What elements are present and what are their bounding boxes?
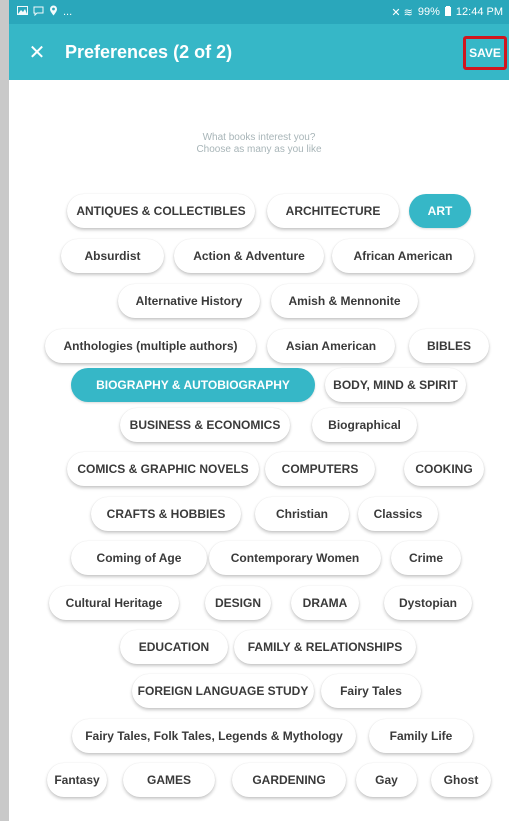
chip-anthologies[interactable]: Anthologies (multiple authors): [45, 329, 256, 363]
close-icon: ✕: [28, 41, 46, 64]
chip-gardening[interactable]: GARDENING: [232, 763, 346, 797]
chip-family-relationships[interactable]: FAMILY & RELATIONSHIPS: [234, 630, 416, 664]
close-button[interactable]: ✕: [9, 24, 65, 80]
preferences-content: What books interest you? Choose as many …: [9, 80, 509, 821]
status-bar: ... ✕ ≋ 99% 12:44 PM: [9, 0, 509, 24]
chip-design[interactable]: DESIGN: [205, 586, 271, 620]
app-bar: ✕ Preferences (2 of 2) SAVE: [9, 24, 509, 80]
chip-ghost[interactable]: Ghost: [431, 763, 491, 797]
screen-edge: [0, 0, 9, 821]
signal-icon: ✕ ≋: [391, 6, 413, 19]
chip-fantasy[interactable]: Fantasy: [47, 763, 107, 797]
status-right: ✕ ≋ 99% 12:44 PM: [391, 5, 503, 19]
battery-icon: [444, 5, 451, 19]
chip-absurdist[interactable]: Absurdist: [61, 239, 164, 273]
prompt-text: What books interest you? Choose as many …: [9, 132, 509, 156]
chip-contemporary-women[interactable]: Contemporary Women: [209, 541, 381, 575]
chip-dystopian[interactable]: Dystopian: [384, 586, 472, 620]
chip-business-economics[interactable]: BUSINESS & ECONOMICS: [120, 408, 290, 442]
chip-drama[interactable]: DRAMA: [291, 586, 359, 620]
chip-biography-autobiography[interactable]: BIOGRAPHY & AUTOBIOGRAPHY: [71, 368, 315, 402]
chip-family-life[interactable]: Family Life: [369, 719, 473, 753]
image-icon: [17, 6, 28, 18]
chip-cultural-heritage[interactable]: Cultural Heritage: [49, 586, 179, 620]
chip-cooking[interactable]: COOKING: [404, 452, 484, 486]
prompt-instruction: Choose as many as you like: [196, 144, 322, 155]
status-more: ...: [63, 6, 73, 18]
chip-coming-of-age[interactable]: Coming of Age: [71, 541, 207, 575]
page-title: Preferences (2 of 2): [65, 41, 233, 62]
chip-biographical[interactable]: Biographical: [312, 408, 417, 442]
save-button[interactable]: SAVE: [463, 36, 507, 70]
chip-gay[interactable]: Gay: [356, 763, 417, 797]
chip-computers[interactable]: COMPUTERS: [265, 452, 375, 486]
prompt-question: What books interest you?: [202, 132, 316, 143]
chip-comics-graphic-novels[interactable]: COMICS & GRAPHIC NOVELS: [67, 452, 259, 486]
chip-christian[interactable]: Christian: [255, 497, 349, 531]
chip-art[interactable]: ART: [409, 194, 471, 228]
chip-african-american[interactable]: African American: [332, 239, 474, 273]
chip-classics[interactable]: Classics: [358, 497, 438, 531]
chip-foreign-language-study[interactable]: FOREIGN LANGUAGE STUDY: [132, 674, 314, 708]
chip-alternative-history[interactable]: Alternative History: [118, 284, 260, 318]
chip-antiques-collectibles[interactable]: ANTIQUES & COLLECTIBLES: [67, 194, 255, 228]
chip-education[interactable]: EDUCATION: [120, 630, 228, 664]
chip-bibles[interactable]: BIBLES: [409, 329, 489, 363]
chip-fairy-tales[interactable]: Fairy Tales: [321, 674, 421, 708]
chip-action-adventure[interactable]: Action & Adventure: [174, 239, 324, 273]
chip-games[interactable]: GAMES: [123, 763, 215, 797]
chip-crafts-hobbies[interactable]: CRAFTS & HOBBIES: [91, 497, 241, 531]
chip-body-mind-spirit[interactable]: BODY, MIND & SPIRIT: [325, 368, 466, 402]
chip-architecture[interactable]: ARCHITECTURE: [267, 194, 399, 228]
chat-icon: [33, 6, 44, 19]
app-screen: ... ✕ ≋ 99% 12:44 PM ✕ Preferences (2 of…: [9, 0, 509, 821]
status-left: ...: [17, 5, 72, 19]
battery-level: 99%: [417, 6, 440, 18]
location-icon: [49, 5, 58, 19]
chip-amish-mennonite[interactable]: Amish & Mennonite: [271, 284, 418, 318]
status-time: 12:44 PM: [455, 6, 503, 18]
chip-asian-american[interactable]: Asian American: [267, 329, 395, 363]
chip-crime[interactable]: Crime: [391, 541, 461, 575]
chip-fairy-tales-folk-tales[interactable]: Fairy Tales, Folk Tales, Legends & Mytho…: [72, 719, 356, 753]
